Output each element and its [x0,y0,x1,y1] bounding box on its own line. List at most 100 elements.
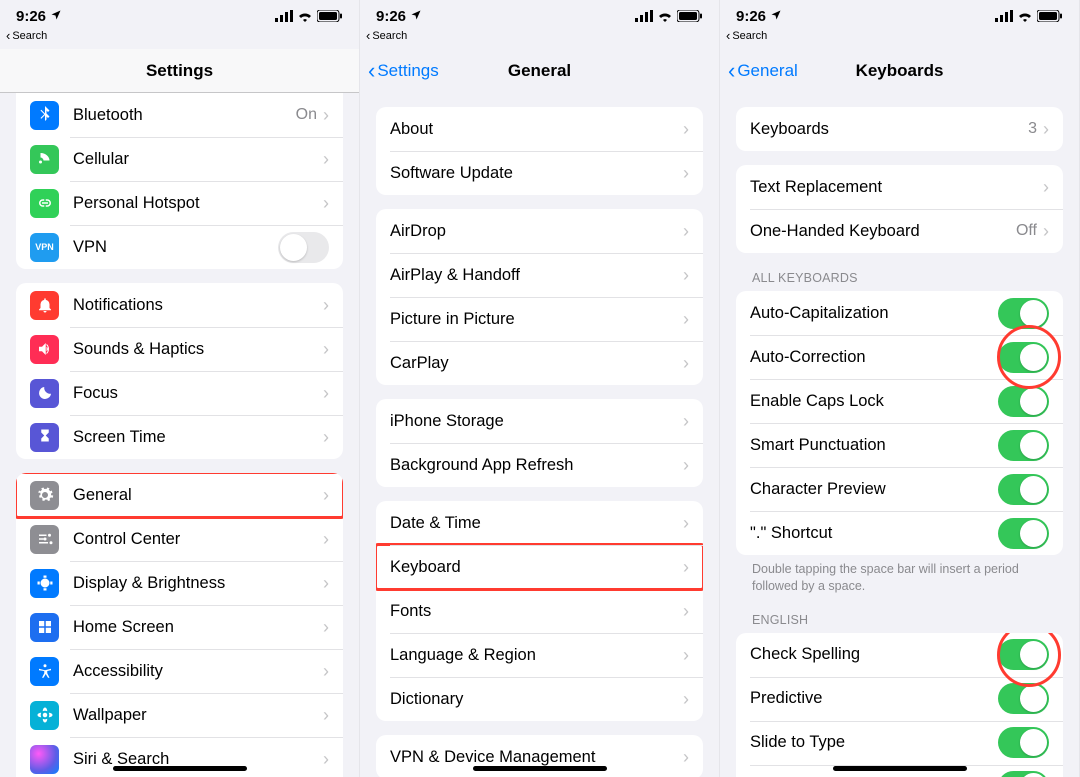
row-general[interactable]: General › [16,473,343,517]
toggle-predictive[interactable] [998,683,1049,714]
nav-back-button[interactable]: ‹ General [728,60,798,82]
row-software-update[interactable]: Software Update› [376,151,703,195]
chevron-right-icon: › [683,119,689,140]
row-predictive[interactable]: Predictive [736,677,1063,721]
chevron-left-icon: ‹ [728,60,735,82]
breadcrumb-back-search[interactable]: ‹ Search [0,26,359,49]
row-dictionary[interactable]: Dictionary› [376,677,703,721]
row-control-center[interactable]: Control Center › [16,517,343,561]
row-label: Keyboards [750,120,1028,139]
group-all-keyboards: Auto-Capitalization Auto-Correction Enab… [736,291,1063,555]
row-sounds[interactable]: Sounds & Haptics › [16,327,343,371]
row-storage[interactable]: iPhone Storage› [376,399,703,443]
row-period-shortcut[interactable]: "." Shortcut [736,511,1063,555]
row-slide-to-type[interactable]: Slide to Type [736,721,1063,765]
page-title: General [508,61,571,81]
accessibility-icon [30,657,59,686]
row-carplay[interactable]: CarPlay› [376,341,703,385]
row-display[interactable]: Display & Brightness › [16,561,343,605]
toggle-delete-slide-word[interactable] [998,771,1049,777]
chevron-right-icon: › [683,309,689,330]
row-language-region[interactable]: Language & Region› [376,633,703,677]
row-label: Focus [73,384,323,403]
row-keyboards[interactable]: Keyboards 3 › [736,107,1063,151]
moon-icon [30,379,59,408]
toggle-char-preview[interactable] [998,474,1049,505]
row-label: AirPlay & Handoff [390,266,683,285]
cellular-signal-icon [635,10,653,22]
hourglass-icon [30,423,59,452]
row-label: Auto-Correction [750,348,998,367]
chevron-right-icon: › [683,513,689,534]
settings-scroll[interactable]: Bluetooth On › Cellular › Personal Hotsp… [0,93,359,777]
sliders-icon [30,525,59,554]
row-airplay[interactable]: AirPlay & Handoff› [376,253,703,297]
chevron-right-icon: › [323,105,329,126]
row-fonts[interactable]: Fonts› [376,589,703,633]
row-smart-punctuation[interactable]: Smart Punctuation [736,423,1063,467]
chevron-right-icon: › [683,557,689,578]
navbar: ‹ General Keyboards [720,49,1079,93]
row-label: Dictionary [390,690,683,709]
row-caps-lock[interactable]: Enable Caps Lock [736,379,1063,423]
row-notifications[interactable]: Notifications › [16,283,343,327]
row-about[interactable]: About› [376,107,703,151]
row-one-handed[interactable]: One-Handed Keyboard Off › [736,209,1063,253]
row-airdrop[interactable]: AirDrop› [376,209,703,253]
chevron-right-icon: › [323,427,329,448]
row-pip[interactable]: Picture in Picture› [376,297,703,341]
toggle-auto-correction[interactable] [998,342,1049,373]
row-bg-refresh[interactable]: Background App Refresh› [376,443,703,487]
home-indicator[interactable] [113,766,247,771]
row-personal-hotspot[interactable]: Personal Hotspot › [16,181,343,225]
row-label: Text Replacement [750,178,1043,197]
keyboards-scroll[interactable]: Keyboards 3 › Text Replacement › One-Han… [720,93,1079,777]
row-character-preview[interactable]: Character Preview [736,467,1063,511]
row-label: Slide to Type [750,733,998,752]
row-wallpaper[interactable]: Wallpaper › [16,693,343,737]
row-focus[interactable]: Focus › [16,371,343,415]
row-vpn[interactable]: VPN VPN [16,225,343,269]
toggle-smart-punct[interactable] [998,430,1049,461]
group-english: Check Spelling Predictive Slide to Type … [736,633,1063,777]
breadcrumb-back-search[interactable]: ‹ Search [720,26,1079,49]
row-label: iPhone Storage [390,412,683,431]
row-text-replacement[interactable]: Text Replacement › [736,165,1063,209]
chevron-right-icon: › [1043,221,1049,242]
row-auto-capitalization[interactable]: Auto-Capitalization [736,291,1063,335]
chevron-right-icon: › [323,749,329,770]
toggle-slide-type[interactable] [998,727,1049,758]
row-accessibility[interactable]: Accessibility › [16,649,343,693]
row-home-screen[interactable]: Home Screen › [16,605,343,649]
row-label: Personal Hotspot [73,194,323,213]
toggle-caps-lock[interactable] [998,386,1049,417]
home-indicator[interactable] [833,766,967,771]
toggle-period-shortcut[interactable] [998,518,1049,549]
row-label: Software Update [390,164,683,183]
row-date-time[interactable]: Date & Time› [376,501,703,545]
row-label: Screen Time [73,428,323,447]
row-label: Check Spelling [750,645,998,664]
chevron-right-icon: › [323,529,329,550]
battery-icon [317,10,343,22]
row-value: On [296,106,317,124]
general-scroll[interactable]: About› Software Update› AirDrop› AirPlay… [360,93,719,777]
section-footer-all: Double tapping the space bar will insert… [720,555,1079,595]
breadcrumb-back-search[interactable]: ‹ Search [360,26,719,49]
vpn-toggle[interactable] [278,232,329,263]
row-siri[interactable]: Siri & Search › [16,737,343,777]
chevron-right-icon: › [683,163,689,184]
row-check-spelling[interactable]: Check Spelling [736,633,1063,677]
row-label: Wallpaper [73,706,323,725]
row-cellular[interactable]: Cellular › [16,137,343,181]
toggle-auto-cap[interactable] [998,298,1049,329]
nav-back-label: Settings [377,61,438,81]
toggle-check-spelling[interactable] [998,639,1049,670]
home-indicator[interactable] [473,766,607,771]
row-screen-time[interactable]: Screen Time › [16,415,343,459]
nav-back-button[interactable]: ‹ Settings [368,60,439,82]
row-bluetooth[interactable]: Bluetooth On › [16,93,343,137]
row-auto-correction[interactable]: Auto-Correction [736,335,1063,379]
row-keyboard[interactable]: Keyboard› [376,545,703,589]
chevron-right-icon: › [323,485,329,506]
